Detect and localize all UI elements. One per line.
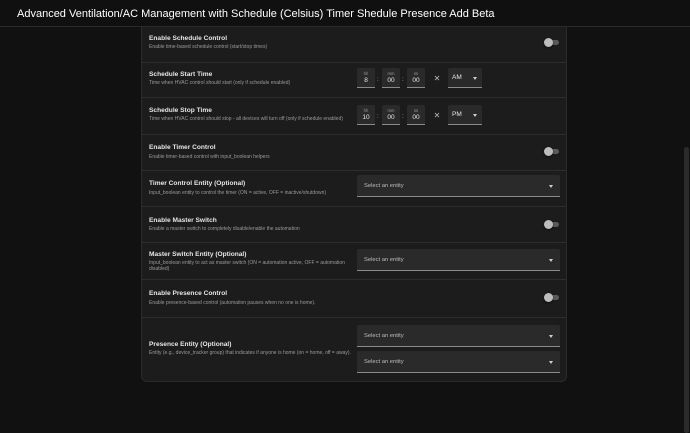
start-hour-field[interactable]: hh 8 — [357, 68, 375, 88]
select-placeholder: Select an entity — [364, 333, 404, 339]
page-title: Advanced Ventilation/AC Management with … — [17, 8, 495, 20]
chevron-down-icon — [549, 335, 553, 338]
presence-entity-select-2[interactable]: Select an entity — [357, 351, 560, 373]
second-label: ss — [413, 108, 419, 113]
minute-label: mm — [387, 108, 395, 113]
timer-entity-select[interactable]: Select an entity — [357, 175, 560, 197]
row-timer-entity: Timer Control Entity (Optional) Input_bo… — [142, 171, 566, 207]
select-placeholder: Select an entity — [364, 183, 404, 189]
row-title: Enable Schedule Control — [149, 35, 228, 42]
minute-value: 00 — [387, 114, 395, 121]
clear-icon[interactable]: ✕ — [432, 74, 442, 84]
row-title: Schedule Stop Time — [149, 107, 212, 114]
stop-hour-field[interactable]: hh 10 — [357, 105, 375, 125]
minute-value: 00 — [387, 77, 395, 84]
presence-control-toggle[interactable] — [544, 293, 561, 303]
start-minute-field[interactable]: mm 00 — [382, 68, 400, 88]
row-description: Input_boolean entity to control the time… — [149, 190, 327, 196]
chevron-down-icon — [549, 259, 553, 262]
hour-value: 10 — [362, 114, 370, 121]
stop-time-picker: hh 10 : mm 00 : ss 00 ✕ PM — [357, 105, 483, 131]
master-entity-select[interactable]: Select an entity — [357, 249, 560, 271]
row-master-switch: Enable Master Switch Enable a master swi… — [142, 207, 566, 243]
row-master-entity: Master Switch Entity (Optional) Input_bo… — [142, 243, 566, 280]
toggle-thumb — [544, 293, 553, 302]
timer-control-toggle[interactable] — [544, 147, 561, 157]
chevron-down-icon — [473, 77, 477, 80]
select-placeholder: Select an entity — [364, 359, 404, 365]
row-stop-time: Schedule Stop Time Time when HVAC contro… — [142, 98, 566, 135]
schedule-control-toggle[interactable] — [544, 38, 561, 48]
stop-second-field[interactable]: ss 00 — [407, 105, 425, 125]
ampm-value: AM — [452, 74, 462, 81]
time-separator: : — [377, 77, 379, 83]
row-description: Time when HVAC control should stop - all… — [149, 116, 343, 122]
time-separator: : — [402, 77, 404, 83]
row-description: Enable a master switch to completely dis… — [149, 226, 300, 232]
second-label: ss — [413, 71, 419, 76]
row-start-time: Schedule Start Time Time when HVAC contr… — [142, 63, 566, 98]
row-presence-control: Enable Presence Control Enable presence-… — [142, 280, 566, 318]
clear-icon[interactable]: ✕ — [432, 111, 442, 121]
row-title: Schedule Start Time — [149, 71, 213, 78]
chevron-down-icon — [549, 185, 553, 188]
chevron-down-icon — [549, 361, 553, 364]
page-scrollbar[interactable] — [683, 27, 690, 433]
time-separator: : — [402, 114, 404, 120]
minute-label: mm — [387, 71, 395, 76]
second-value: 00 — [412, 114, 420, 121]
row-description: Enable timer-based control with input_bo… — [149, 154, 270, 160]
row-description: Entity (e.g., device_tracker group) that… — [149, 350, 351, 356]
start-second-field[interactable]: ss 00 — [407, 68, 425, 88]
row-title: Enable Timer Control — [149, 144, 216, 151]
row-schedule-control: Enable Schedule Control Enable time-base… — [142, 27, 566, 63]
row-description: Input_boolean entity to act as master sw… — [149, 260, 345, 273]
toggle-thumb — [544, 220, 553, 229]
row-description: Enable time-based schedule control (star… — [149, 44, 268, 50]
stop-ampm-select[interactable]: PM — [448, 105, 482, 125]
hour-label: hh — [363, 71, 369, 76]
scrollbar-thumb[interactable] — [684, 147, 689, 433]
row-title: Presence Entity (Optional) — [149, 341, 232, 348]
select-placeholder: Select an entity — [364, 257, 404, 263]
toggle-thumb — [544, 147, 553, 156]
chevron-down-icon — [473, 114, 477, 117]
start-time-picker: hh 8 : mm 00 : ss 00 ✕ AM — [357, 68, 483, 94]
second-value: 00 — [412, 77, 420, 84]
presence-entity-select[interactable]: Select an entity — [357, 325, 560, 347]
row-title: Enable Master Switch — [149, 217, 217, 224]
hour-value: 8 — [364, 77, 368, 84]
hour-label: hh — [363, 108, 369, 113]
row-description: Enable presence-based control (automatio… — [149, 300, 316, 306]
row-title: Timer Control Entity (Optional) — [149, 180, 246, 187]
row-title: Enable Presence Control — [149, 290, 228, 297]
row-presence-entity: Presence Entity (Optional) Entity (e.g.,… — [142, 318, 566, 378]
app-header: Advanced Ventilation/AC Management with … — [0, 0, 690, 27]
start-ampm-select[interactable]: AM — [448, 68, 482, 88]
row-description: Time when HVAC control should start (onl… — [149, 80, 291, 86]
stop-minute-field[interactable]: mm 00 — [382, 105, 400, 125]
time-separator: : — [377, 114, 379, 120]
settings-card: Enable Schedule Control Enable time-base… — [141, 27, 567, 382]
toggle-thumb — [544, 38, 553, 47]
row-timer-control: Enable Timer Control Enable timer-based … — [142, 135, 566, 171]
master-switch-toggle[interactable] — [544, 220, 561, 230]
row-title: Master Switch Entity (Optional) — [149, 251, 247, 258]
ampm-value: PM — [452, 111, 462, 118]
